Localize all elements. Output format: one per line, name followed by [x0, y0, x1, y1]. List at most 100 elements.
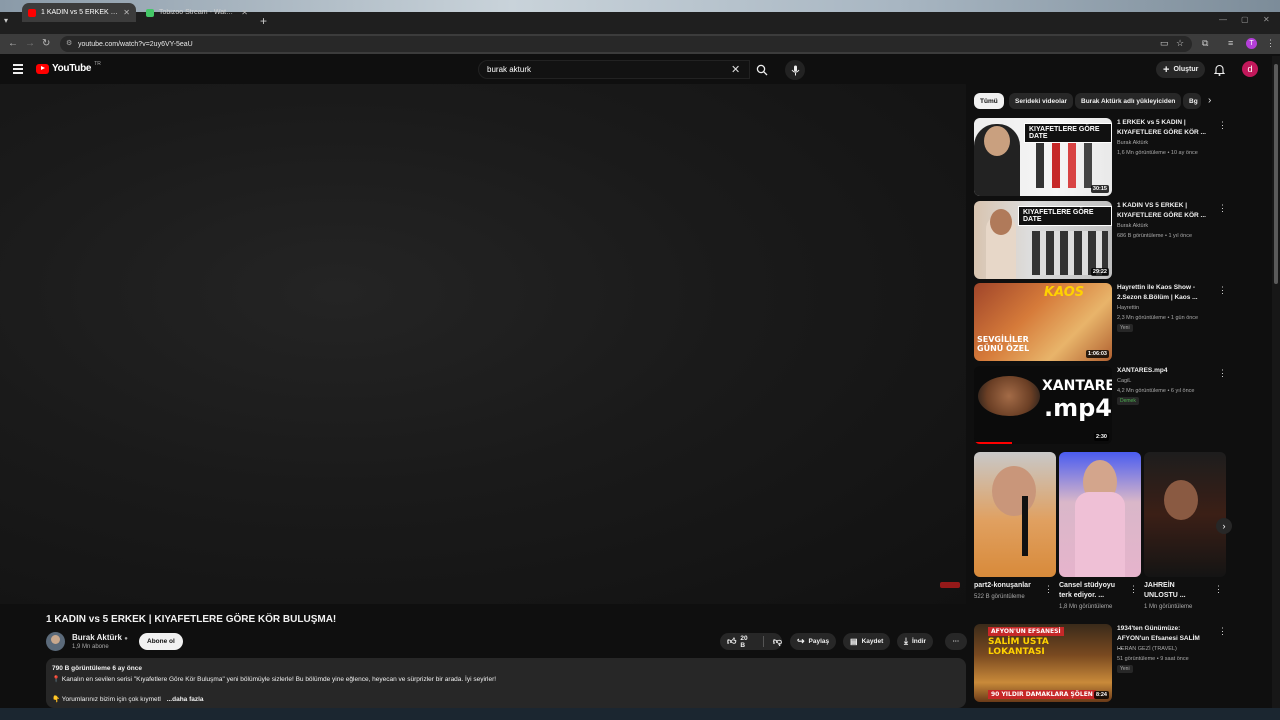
clear-search-icon[interactable]: ✕ [731, 63, 740, 76]
browser-tab-youtube[interactable]: 1 KADIN vs 5 ERKEK | KIYAFETLE ✕ [22, 3, 136, 22]
rec-title[interactable]: XANTARES.mp4 [1117, 366, 1207, 376]
video-thumbnail[interactable]: KAOS SEVGİLİLER GÜNÜ ÖZEL 1:06:03 [974, 283, 1112, 361]
rec-meta: 2,3 Mn görüntüleme • 1 gün önce [1117, 315, 1199, 321]
search-input[interactable]: burak akturk [478, 60, 750, 79]
recommendation-item[interactable]: KIYAFETLERE GÖRE DATE 29:22 1 KADIN VS 5… [974, 201, 1227, 281]
share-button[interactable]: ↪ Paylaş [790, 633, 837, 650]
short-thumbnail[interactable] [1059, 452, 1141, 577]
face-shape [978, 376, 1040, 416]
more-vertical-icon[interactable]: ⋮ [1218, 285, 1227, 296]
rec-channel[interactable]: CagiL [1117, 378, 1131, 384]
youtube-logo[interactable]: YouTube TR [36, 60, 101, 74]
forward-icon[interactable]: → [25, 38, 35, 49]
recommendation-item[interactable]: KAOS SEVGİLİLER GÜNÜ ÖZEL 1:06:03 Hayret… [974, 283, 1227, 363]
show-more-link[interactable]: ...daha fazla [167, 696, 204, 703]
figure [1052, 140, 1060, 188]
description-line: 👇 Yorumlarınız bizim için çok kıymetl ..… [52, 695, 204, 703]
browser-profile-avatar[interactable]: T [1246, 38, 1257, 49]
like-count: 20 B [740, 634, 748, 649]
channel-name[interactable]: Burak Aktürk ● [72, 633, 128, 642]
chip-series[interactable]: Serideki videolar [1009, 93, 1074, 109]
bookmark-star-icon[interactable]: ☆ [1176, 38, 1184, 49]
back-icon[interactable]: ← [8, 38, 18, 49]
more-vertical-icon[interactable]: ⋮ [1218, 120, 1227, 131]
scrollbar-thumb[interactable] [1274, 64, 1278, 284]
subscribe-button[interactable]: Abone ol [139, 633, 183, 650]
browser-tab-tobizoo[interactable]: Tobizoo Stream - Watch Live o ✕ [140, 3, 254, 22]
video-thumbnail[interactable]: AFYON'UN EFSANESİ SALİM USTA LOKANTASI 9… [974, 624, 1112, 702]
download-button[interactable]: ⤓ İndir [897, 633, 934, 650]
rec-channel[interactable]: Hayrettin [1117, 305, 1139, 311]
download-label: İndir [911, 638, 927, 645]
maximize-icon[interactable]: ▢ [1241, 15, 1249, 24]
video-player[interactable] [0, 84, 966, 604]
video-thumbnail[interactable]: KIYAFETLERE GÖRE DATE 30:15 [974, 118, 1112, 196]
short-title[interactable]: Cansel stüdyoyu terk ediyor. ... [1059, 581, 1127, 601]
video-duration: 29:22 [1090, 268, 1109, 276]
thumbnail-text: SALİM USTA LOKANTASI [988, 637, 1049, 657]
rec-title[interactable]: Hayrettin ile Kaos Show - 2.Sezon 8.Bölü… [1117, 283, 1207, 302]
site-info-icon[interactable]: ⚙ [66, 39, 72, 47]
recommendation-item[interactable]: KIYAFETLERE GÖRE DATE 30:15 1 ERKEK vs 5… [974, 118, 1227, 198]
media-icon[interactable]: ≡ [1228, 38, 1233, 48]
voice-search-button[interactable] [785, 60, 805, 80]
more-vertical-icon[interactable]: ⋮ [1218, 626, 1227, 637]
face-shape [990, 209, 1012, 235]
share-label: Paylaş [808, 638, 830, 645]
channel-avatar[interactable] [46, 632, 65, 651]
short-thumbnail[interactable] [1144, 452, 1226, 577]
notifications-bell-icon[interactable] [1213, 63, 1226, 81]
more-actions-button[interactable]: ··· [945, 633, 967, 650]
new-tab-button[interactable]: + [260, 14, 267, 28]
shorts-next-button[interactable]: › [1216, 518, 1232, 534]
short-thumbnail[interactable] [974, 452, 1056, 577]
chip-more[interactable]: Bg [1183, 93, 1201, 109]
face-shape [992, 466, 1036, 516]
close-window-icon[interactable]: ✕ [1263, 15, 1270, 24]
short-title[interactable]: part2-konuşanlar [974, 581, 1046, 591]
more-vertical-icon[interactable]: ⋮ [1218, 203, 1227, 214]
create-button[interactable]: + Oluştur [1156, 61, 1206, 78]
microphone-icon [791, 65, 799, 75]
short-title[interactable]: JAHREİN UNLOSTU ... [1144, 581, 1210, 601]
more-vertical-icon[interactable]: ⋮ [1044, 584, 1053, 595]
face-shape [984, 126, 1010, 156]
chip-uploader[interactable]: Burak Aktürk adlı yükleyiciden [1075, 93, 1182, 109]
recommendation-item[interactable]: AFYON'UN EFSANESİ SALİM USTA LOKANTASI 9… [974, 624, 1227, 704]
extensions-icon[interactable]: ⧉ [1202, 38, 1208, 49]
rec-channel[interactable]: Burak Aktürk [1117, 223, 1148, 229]
recommendation-item[interactable]: XANTARES .mp4 2:30 XANTARES.mp4 CagiL 4,… [974, 366, 1227, 446]
browser-menu-icon[interactable]: ⋮ [1266, 38, 1275, 49]
thumbnail-banner: KIYAFETLERE GÖRE DATE [1024, 123, 1112, 143]
minimize-icon[interactable]: — [1219, 15, 1227, 24]
more-vertical-icon[interactable]: ⋮ [1218, 368, 1227, 379]
rec-channel[interactable]: Burak Aktürk [1117, 140, 1148, 146]
avatar-letter: d [1247, 64, 1253, 74]
close-tab-icon[interactable]: ✕ [241, 8, 248, 17]
search-button[interactable] [750, 60, 774, 79]
rec-title[interactable]: 1 ERKEK vs 5 KADIN | KIYAFETLERE GÖRE KÖ… [1117, 118, 1207, 137]
rec-title[interactable]: 1 KADIN VS 5 ERKEK | KIYAFETLERE GÖRE KÖ… [1117, 201, 1207, 220]
reload-icon[interactable]: ↻ [42, 38, 50, 49]
rec-channel[interactable]: HERAN GEZİ (TRAVEL) [1117, 646, 1177, 652]
thumbnail-text: KAOS [1044, 285, 1085, 300]
tab-search-icon[interactable]: ▾ [4, 16, 8, 25]
region-code: TR [94, 60, 101, 67]
chip-all[interactable]: Tümü [974, 93, 1004, 109]
address-bar[interactable]: youtube.com/watch?v=2uy6VY-5eaU [60, 36, 1192, 52]
more-vertical-icon[interactable]: ⋮ [1129, 584, 1138, 595]
thumbnail-banner: KIYAFETLERE GÖRE DATE [1018, 206, 1112, 226]
chevron-right-icon[interactable]: › [1208, 95, 1211, 106]
dislike-button[interactable]: 👎︎ [773, 636, 782, 647]
more-vertical-icon[interactable]: ⋮ [1214, 584, 1223, 595]
cast-icon[interactable]: ▭ [1160, 38, 1169, 49]
like-button[interactable]: 👍︎ 20 B [727, 635, 753, 649]
video-thumbnail[interactable]: KIYAFETLERE GÖRE DATE 29:22 [974, 201, 1112, 279]
thumbnail-text: 90 YILDIR DAMAKLARA ŞÖLEN [988, 690, 1096, 699]
close-tab-icon[interactable]: ✕ [123, 8, 130, 17]
menu-icon[interactable] [13, 64, 23, 76]
video-thumbnail[interactable]: XANTARES .mp4 2:30 [974, 366, 1112, 444]
save-button[interactable]: ▤ Kaydet [843, 633, 891, 650]
page-scrollbar[interactable] [1272, 56, 1280, 708]
account-avatar[interactable]: d [1242, 61, 1258, 77]
